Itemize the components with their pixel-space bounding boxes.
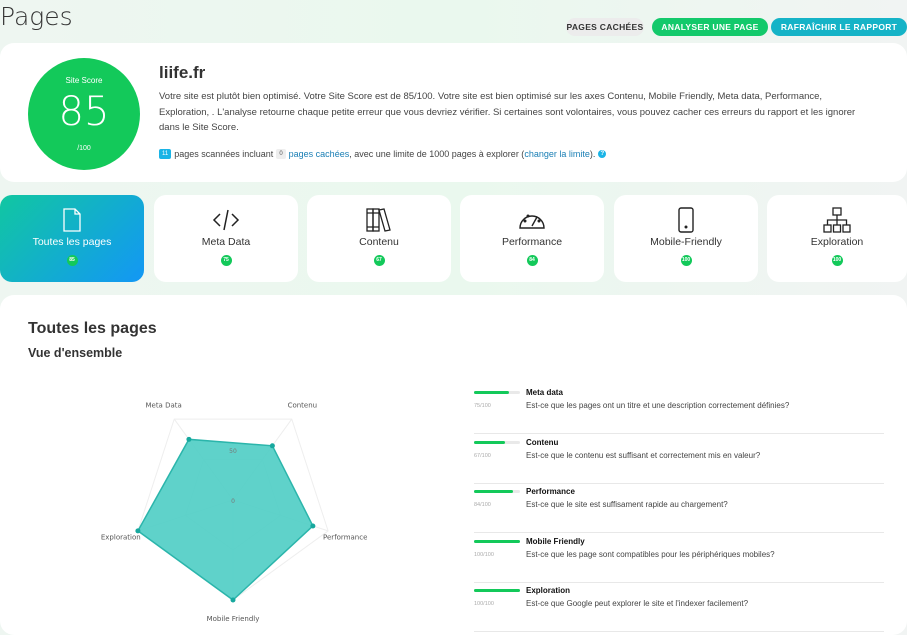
help-icon[interactable]: ? (598, 150, 607, 158)
row-description: Est-ce que Google peut explorer le site … (526, 599, 749, 608)
radar-axis-label: Exploration (101, 533, 141, 541)
page-title: Pages (0, 2, 73, 31)
category-label: Mobile-Friendly (650, 236, 722, 248)
category-score: 100 (831, 255, 843, 266)
category-label: Toutes les pages (32, 236, 112, 248)
row-description: Est-ce que le site est suffisament rapid… (526, 500, 728, 509)
row-score: 84/100 (474, 502, 491, 508)
radar-axis-label: Meta Data (145, 402, 181, 410)
row-title: Meta data (526, 388, 563, 397)
refresh-report-button[interactable]: RAFRAÎCHIR LE RAPPORT (771, 18, 907, 36)
hidden-pages-link[interactable]: pages cachées (289, 149, 350, 159)
gauge-icon (460, 207, 604, 233)
category-label: Exploration (810, 236, 864, 248)
category-score: 100 (680, 255, 692, 266)
radar-point (310, 523, 316, 529)
radar-axis-label: Mobile Friendly (207, 615, 260, 623)
radar-tick-label: 0 (231, 498, 235, 505)
category-mobile-friendly[interactable]: Mobile-Friendly 100 (614, 195, 758, 282)
category-score: 85 (66, 255, 78, 266)
progress-bar (474, 391, 520, 394)
file-icon (0, 207, 144, 233)
criteria-row[interactable]: 100/100 Exploration Est-ce que Google pe… (474, 583, 884, 632)
row-title: Contenu (526, 437, 559, 447)
category-label: Performance (501, 236, 563, 248)
score-value: 85 (58, 89, 110, 135)
score-label: Site Score (65, 76, 103, 85)
summary-card: Site Score 85 /100 liife.fr Votre site e… (0, 43, 907, 182)
criteria-row[interactable]: 75/100 Meta data Est-ce que les pages on… (474, 385, 884, 434)
category-score: 75 (220, 255, 232, 266)
progress-bar (474, 490, 520, 493)
progress-bar (474, 589, 520, 592)
sitemap-icon (767, 207, 907, 233)
close-text: ). (589, 149, 596, 159)
radar-point (186, 436, 192, 442)
scan-info: 11 pages scannées incluant 0 pages caché… (159, 149, 607, 159)
row-title: Exploration (526, 586, 571, 595)
scan-text: pages scannées incluant (174, 149, 274, 159)
code-icon (154, 207, 298, 233)
row-description: Est-ce que les page sont compatibles pou… (526, 549, 775, 559)
category-exploration[interactable]: Exploration 100 (767, 195, 907, 282)
row-score: 100/100 (474, 551, 494, 558)
radar-area (136, 438, 314, 601)
progress-bar (474, 539, 520, 543)
criteria-row[interactable]: 100/100 Mobile Friendly Est-ce que les p… (474, 534, 884, 583)
mobile-icon (614, 207, 758, 233)
radar-point (269, 443, 275, 449)
row-score: 67/100 (474, 452, 491, 459)
category-contenu[interactable]: Contenu 67 (307, 195, 451, 282)
site-name: liife.fr (159, 63, 206, 82)
site-description: Votre site est plutôt bien optimisé. Vot… (159, 91, 856, 133)
category-performance[interactable]: Performance 84 (460, 195, 604, 282)
row-description: Est-ce que les pages ont un titre et une… (526, 401, 790, 410)
analyze-page-button[interactable]: ANALYSER UNE PAGE (652, 18, 768, 36)
site-score-circle: Site Score 85 /100 (28, 58, 140, 170)
category-label: Meta Data (201, 236, 251, 248)
change-limit-link[interactable]: changer la limite (524, 149, 590, 159)
row-title: Mobile Friendly (526, 536, 585, 546)
books-icon (307, 207, 451, 233)
criteria-row[interactable]: 67/100 Contenu Est-ce que le contenu est… (474, 435, 884, 484)
radar-chart: 0 50 Mobile Friendly Performance Contenu Meta… (101, 402, 368, 623)
category-score: 67 (373, 255, 385, 266)
row-description: Est-ce que le contenu est suffisant et c… (526, 450, 761, 460)
pages-count-badge: 11 (159, 149, 172, 159)
hidden-count-badge: 0 (276, 149, 286, 159)
overview-card: Toutes les pages Vue d'ensemble 0 50 Mobil… (0, 295, 907, 635)
row-score: 100/100 (474, 601, 494, 607)
score-max: /100 (77, 145, 91, 152)
hidden-pages-button[interactable]: PAGES CACHÉES (566, 18, 644, 36)
radar-axis-label: Contenu (288, 402, 318, 410)
radar-tick-label: 50 (229, 448, 237, 455)
row-title: Performance (526, 487, 575, 496)
criteria-row[interactable]: 84/100 Performance Est-ce que le site es… (474, 484, 884, 533)
category-all-pages[interactable]: Toutes les pages 85 (0, 195, 144, 282)
row-score: 75/100 (474, 403, 491, 409)
radar-point (230, 597, 236, 603)
category-score: 84 (526, 255, 538, 266)
radar-axis-label: Performance (323, 533, 367, 541)
limit-text: , avec une limite de 1000 pages à explor… (349, 149, 525, 159)
category-meta-data[interactable]: Meta Data 75 (154, 195, 298, 282)
category-label: Contenu (359, 236, 399, 248)
progress-bar (474, 440, 520, 444)
